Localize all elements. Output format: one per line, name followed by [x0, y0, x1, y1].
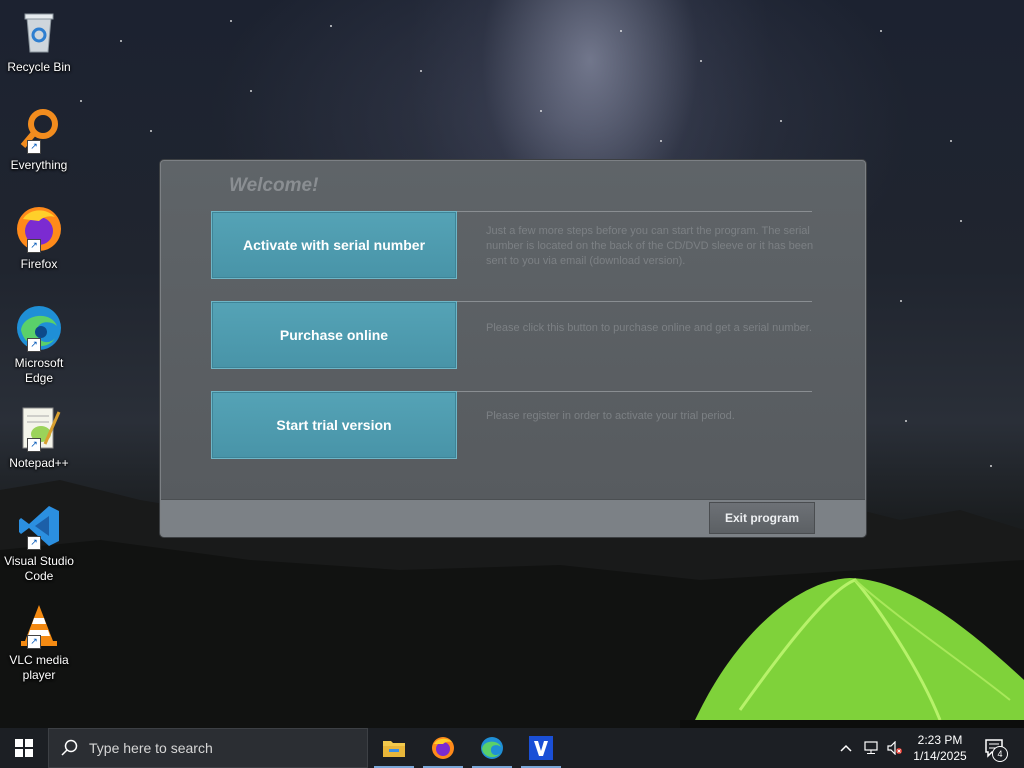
taskbar-firefox[interactable]: [419, 728, 467, 768]
clock-date: 1/14/2025: [913, 749, 967, 763]
search-placeholder: Type here to search: [89, 740, 213, 756]
action-center-button[interactable]: 4: [978, 728, 1012, 768]
everything-search-icon: ↗: [15, 106, 63, 154]
desktop-icon-label: Recycle Bin: [7, 60, 71, 74]
search-icon: [61, 739, 78, 756]
clock-time: 2:23 PM: [917, 733, 963, 747]
shortcut-arrow-icon: ↗: [27, 239, 41, 253]
vscode-icon: ↗: [15, 502, 63, 550]
notification-count-badge: 4: [992, 746, 1008, 762]
shortcut-arrow-icon: ↗: [27, 338, 41, 352]
welcome-heading: Welcome!: [229, 175, 319, 196]
desktop-icon-label: Everything: [10, 158, 68, 172]
taskbar-file-explorer[interactable]: [370, 728, 418, 768]
desktop-icon-label: Visual Studio Code: [4, 554, 74, 583]
shortcut-arrow-icon: ↗: [27, 438, 41, 452]
taskbar-clock[interactable]: 2:23 PM 1/14/2025: [905, 732, 975, 764]
desktop-icon-firefox[interactable]: ↗ Firefox: [2, 205, 76, 272]
taskbar-edge[interactable]: [468, 728, 516, 768]
desktop-icon-notepad-plus-plus[interactable]: ↗ Notepad++: [2, 404, 76, 471]
volume-muted-icon: [887, 741, 902, 755]
tray-show-hidden-icons[interactable]: [836, 728, 856, 768]
desktop-icon-label: Firefox: [20, 257, 58, 271]
firefox-icon: ↗: [15, 205, 63, 253]
shortcut-arrow-icon: ↗: [27, 536, 41, 550]
activation-dialog: Welcome! Activate with serial number Jus…: [160, 160, 866, 537]
app-v-icon: [529, 736, 553, 760]
desktop-icon-edge[interactable]: ↗ Microsoft Edge: [2, 304, 76, 386]
recycle-bin-icon: [15, 8, 63, 56]
shortcut-arrow-icon: ↗: [27, 635, 41, 649]
purchase-description: Please click this button to purchase onl…: [486, 322, 812, 334]
taskbar: Type here to search 2:23 PM 1/14/2025 4: [0, 728, 1024, 768]
start-trial-button[interactable]: Start trial version: [211, 391, 457, 459]
desktop-icon-label: Notepad++: [9, 456, 69, 470]
windows-logo-icon: [15, 739, 33, 757]
firefox-icon: [432, 737, 454, 759]
trial-description: Please register in order to activate you…: [486, 410, 735, 422]
edge-icon: ↗: [15, 304, 63, 352]
chevron-up-icon: [840, 744, 852, 752]
tray-network[interactable]: [860, 728, 882, 768]
wallpaper-tent: [680, 578, 1024, 730]
network-icon: [864, 741, 878, 754]
start-button[interactable]: [0, 728, 48, 768]
edge-icon: [481, 737, 503, 759]
activate-description: Just a few more steps before you can sta…: [486, 225, 814, 267]
purchase-online-button[interactable]: Purchase online: [211, 301, 457, 369]
desktop-icon-label: Microsoft Edge: [14, 356, 64, 385]
vlc-icon: ↗: [15, 601, 63, 649]
taskbar-search-box[interactable]: Type here to search: [48, 728, 368, 768]
desktop-icon-vlc[interactable]: ↗ VLC media player: [2, 601, 76, 683]
tray-volume-muted[interactable]: [884, 728, 906, 768]
shortcut-arrow-icon: ↗: [27, 140, 41, 154]
exit-program-button[interactable]: Exit program: [709, 502, 815, 534]
separator: [455, 211, 812, 212]
desktop-icon-recycle-bin[interactable]: Recycle Bin: [2, 8, 76, 75]
dialog-content: Welcome! Activate with serial number Jus…: [161, 161, 865, 499]
desktop-icon-label: VLC media player: [9, 653, 69, 682]
file-explorer-icon: [383, 741, 405, 757]
desktop-icon-vscode[interactable]: ↗ Visual Studio Code: [2, 502, 76, 584]
activate-serial-button[interactable]: Activate with serial number: [211, 211, 457, 279]
separator: [455, 301, 812, 302]
notepad-plus-plus-icon: ↗: [15, 404, 63, 452]
separator: [455, 391, 812, 392]
desktop-icon-everything[interactable]: ↗ Everything: [2, 106, 76, 173]
taskbar-app-v[interactable]: [517, 728, 565, 768]
